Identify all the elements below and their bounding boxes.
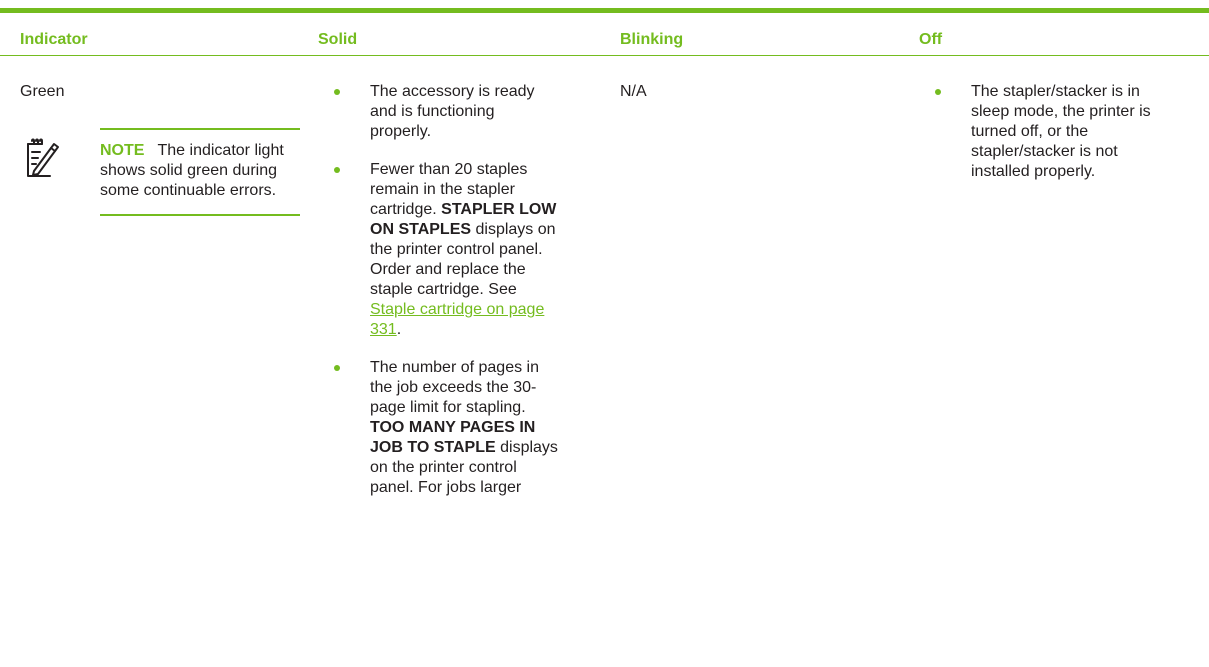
header-solid: Solid — [318, 31, 358, 48]
table-header-row: Indicator Solid Blinking Off — [0, 13, 1209, 56]
bullet-icon — [334, 167, 340, 173]
list-item: The stapler/stacker is in sleep mode, th… — [919, 82, 1209, 182]
note-label: NOTE — [100, 142, 145, 159]
off-list: The stapler/stacker is in sleep mode, th… — [919, 82, 1209, 200]
note-box: NOTE The indicator light shows solid gre… — [100, 128, 300, 216]
list-item: Fewer than 20 staples remain in the stap… — [318, 160, 608, 340]
solid-item-text-before: The number of pages in the job exceeds t… — [370, 359, 539, 416]
solid-item-end: . — [396, 321, 402, 338]
list-item: The accessory is ready and is functionin… — [318, 82, 608, 142]
bullet-icon — [334, 365, 340, 371]
header-off: Off — [919, 31, 943, 48]
solid-item-text: Fewer than 20 staples remain in the stap… — [370, 160, 560, 340]
note-pencil-icon — [20, 138, 60, 178]
list-item: The number of pages in the job exceeds t… — [318, 358, 608, 498]
header-blinking: Blinking — [620, 31, 684, 48]
solid-list: The accessory is ready and is functionin… — [318, 82, 608, 516]
indicator-value: Green — [20, 83, 65, 100]
header-indicator: Indicator — [20, 31, 88, 48]
blinking-value: N/A — [620, 83, 647, 100]
bullet-icon — [334, 89, 340, 95]
bullet-icon — [935, 89, 941, 95]
solid-item-text: The accessory is ready and is functionin… — [370, 83, 535, 140]
solid-item-text: The number of pages in the job exceeds t… — [370, 358, 560, 498]
off-item-text: The stapler/stacker is in sleep mode, th… — [971, 83, 1151, 180]
